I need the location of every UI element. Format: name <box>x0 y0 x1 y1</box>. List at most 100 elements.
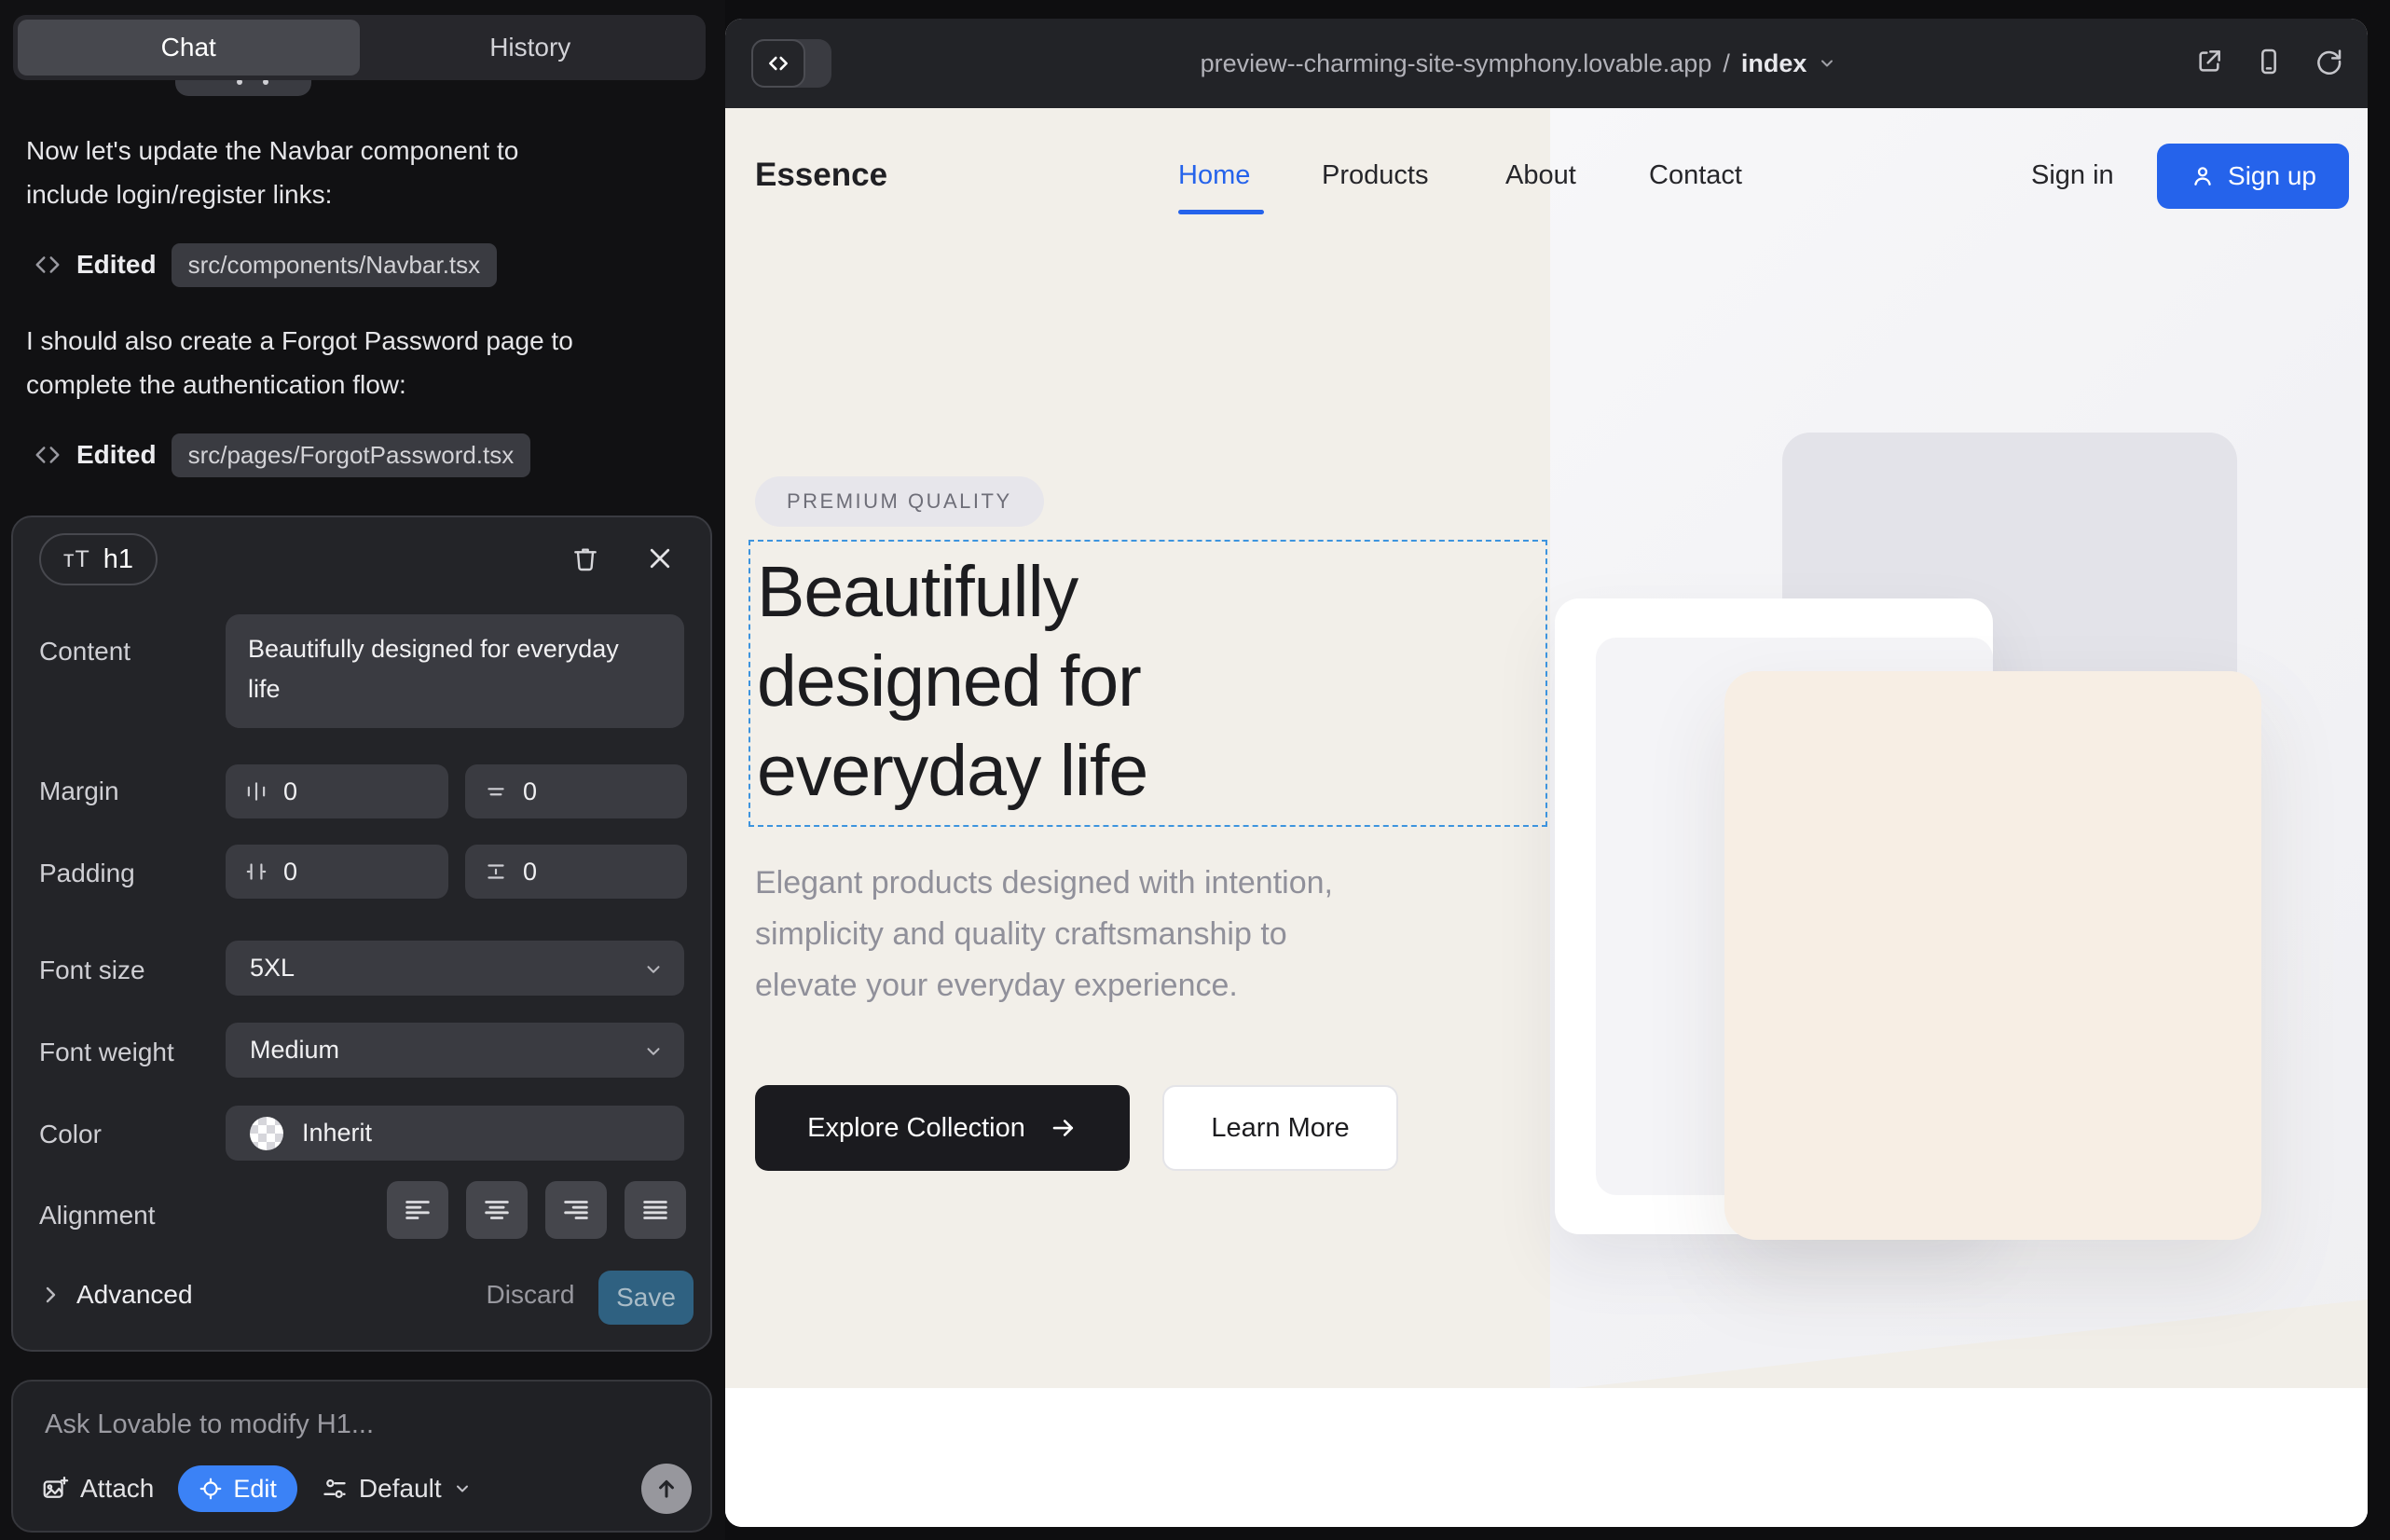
tab-chat[interactable]: Chat <box>18 20 360 76</box>
sign-up-button[interactable]: Sign up <box>2157 144 2349 209</box>
composer-toolbar: Attach Edit Default <box>41 1464 692 1514</box>
margin-x-value: 0 <box>283 777 297 806</box>
arrow-right-icon <box>1050 1114 1078 1142</box>
code-icon[interactable] <box>751 39 805 88</box>
margin-label: Margin <box>39 777 119 806</box>
font-weight-value: Medium <box>250 1036 339 1065</box>
padding-horizontal-icon <box>244 859 268 884</box>
nav-link-home[interactable]: Home <box>1178 160 1250 191</box>
edited-file-row[interactable]: Edited src/pages/ForgotPassword.tsx <box>34 431 530 479</box>
chevron-down-icon <box>453 1479 472 1498</box>
align-justify-button[interactable] <box>625 1181 686 1239</box>
mobile-view-button[interactable] <box>2254 47 2284 76</box>
tab-history-label: History <box>489 33 570 62</box>
font-size-select[interactable]: 5XL <box>226 941 684 996</box>
align-right-button[interactable] <box>545 1181 607 1239</box>
margin-x-input[interactable]: 0 <box>226 764 448 818</box>
nav-link-products[interactable]: Products <box>1322 160 1428 191</box>
delete-element-button[interactable] <box>565 538 606 579</box>
align-center-button[interactable] <box>466 1181 528 1239</box>
padding-x-value: 0 <box>283 858 297 887</box>
padding-vertical-icon <box>484 859 508 884</box>
external-link-icon <box>2194 47 2224 76</box>
element-editor-panel: тT h1 Content Beautifully designed for e… <box>11 516 712 1352</box>
hero-badge: PREMIUM QUALITY <box>755 476 1044 527</box>
sign-in-link[interactable]: Sign in <box>2031 160 2114 191</box>
selected-element-badge: тT h1 <box>39 533 158 585</box>
smartphone-icon <box>2254 47 2284 76</box>
padding-x-input[interactable]: 0 <box>226 845 448 899</box>
file-pill[interactable]: src/components/Navbar.tsx <box>172 243 498 287</box>
align-justify-icon <box>639 1194 671 1226</box>
send-button[interactable] <box>641 1464 692 1514</box>
explore-collection-label: Explore Collection <box>807 1113 1025 1144</box>
assistant-message: I should also create a Forgot Password p… <box>26 319 651 406</box>
open-external-button[interactable] <box>2194 47 2224 76</box>
margin-vertical-icon <box>484 779 508 804</box>
edited-label: Edited <box>76 440 157 470</box>
scrolled-file-pill <box>175 80 311 96</box>
file-pill[interactable]: src/pages/ForgotPassword.tsx <box>172 433 531 477</box>
sliders-icon <box>322 1476 348 1502</box>
save-button[interactable]: Save <box>598 1271 694 1325</box>
padding-y-value: 0 <box>523 858 537 887</box>
chevron-down-icon <box>643 1041 664 1062</box>
margin-y-value: 0 <box>523 777 537 806</box>
next-section-background <box>725 1388 2368 1527</box>
color-select[interactable]: Inherit <box>226 1106 684 1161</box>
chevron-down-icon <box>1818 54 1836 73</box>
hero-description: Elegant products designed with intention… <box>755 858 1473 1011</box>
site-logo[interactable]: Essence <box>755 157 887 194</box>
margin-y-input[interactable]: 0 <box>465 764 687 818</box>
attach-image-icon <box>41 1475 69 1503</box>
preview-toolbar: preview--charming-site-symphony.lovable.… <box>725 19 2368 108</box>
refresh-button[interactable] <box>2314 47 2343 76</box>
site-viewport: Essence Home Products About Contact Sign… <box>725 108 2368 1527</box>
chat-composer[interactable]: Ask Lovable to modify H1... Attach Edit … <box>11 1380 712 1533</box>
mode-selector[interactable]: Default <box>322 1474 472 1504</box>
attach-button[interactable]: Attach <box>41 1474 154 1504</box>
padding-y-input[interactable]: 0 <box>465 845 687 899</box>
nav-link-contact[interactable]: Contact <box>1649 160 1742 191</box>
color-value: Inherit <box>302 1119 372 1148</box>
code-preview-toggle[interactable] <box>751 39 831 88</box>
font-weight-label: Font weight <box>39 1038 174 1067</box>
align-left-icon <box>402 1194 433 1226</box>
edit-label: Edit <box>233 1475 277 1504</box>
composer-input[interactable]: Ask Lovable to modify H1... <box>45 1409 374 1440</box>
nav-link-about[interactable]: About <box>1505 160 1576 191</box>
color-swatch <box>250 1117 283 1150</box>
code-icon <box>34 251 62 279</box>
align-right-icon <box>560 1194 592 1226</box>
content-textarea[interactable]: Beautifully designed for everyday life <box>226 614 684 728</box>
url-page: index <box>1741 49 1807 78</box>
mode-label: Default <box>359 1474 442 1504</box>
font-size-label: Font size <box>39 956 145 985</box>
preview-actions <box>2194 47 2343 76</box>
assistant-message: Now let's update the Navbar component to… <box>26 129 651 216</box>
tab-chat-label: Chat <box>161 33 216 62</box>
chevron-right-icon <box>39 1284 62 1306</box>
hero-heading[interactable]: Beautifully designed for everyday life <box>757 547 1372 816</box>
dot <box>263 80 268 85</box>
close-icon <box>646 544 674 572</box>
preview-window: preview--charming-site-symphony.lovable.… <box>725 19 2368 1527</box>
discard-button[interactable]: Discard <box>479 1280 582 1310</box>
preview-url[interactable]: preview--charming-site-symphony.lovable.… <box>912 19 2125 108</box>
advanced-toggle[interactable]: Advanced <box>39 1280 193 1310</box>
explore-collection-button[interactable]: Explore Collection <box>755 1085 1130 1171</box>
align-left-button[interactable] <box>387 1181 448 1239</box>
edit-mode-button[interactable]: Edit <box>178 1465 297 1512</box>
attach-label: Attach <box>80 1474 154 1504</box>
code-icon <box>34 441 62 469</box>
nav-active-underline <box>1178 210 1264 214</box>
selected-h1-outline[interactable]: Beautifully designed for everyday life <box>749 540 1547 827</box>
close-editor-button[interactable] <box>639 538 680 579</box>
dot <box>237 80 242 85</box>
font-weight-select[interactable]: Medium <box>226 1023 684 1078</box>
learn-more-button[interactable]: Learn More <box>1162 1085 1398 1171</box>
chat-panel: Chat History Now let's update the Navbar… <box>0 0 725 1540</box>
tab-history[interactable]: History <box>360 20 702 76</box>
padding-label: Padding <box>39 859 135 888</box>
edited-file-row[interactable]: Edited src/components/Navbar.tsx <box>34 241 497 289</box>
